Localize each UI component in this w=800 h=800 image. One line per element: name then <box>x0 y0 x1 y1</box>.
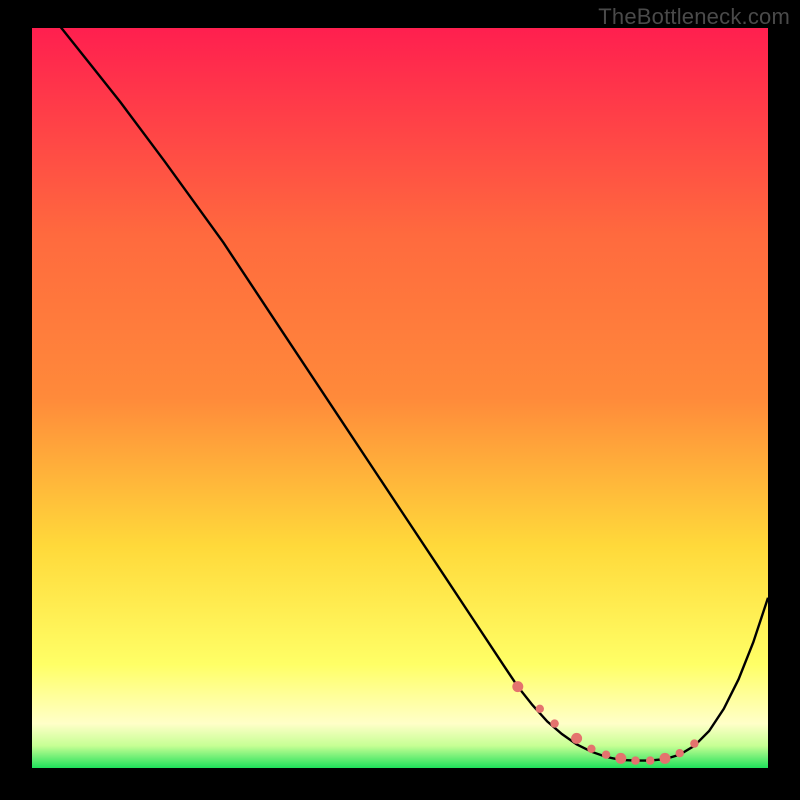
gradient-background <box>32 28 768 768</box>
marker-dot <box>571 733 582 744</box>
marker-dot <box>676 749 684 757</box>
chart-frame: TheBottleneck.com <box>0 0 800 800</box>
bottleneck-chart <box>32 28 768 768</box>
watermark-text: TheBottleneck.com <box>598 4 790 30</box>
marker-dot <box>631 756 639 764</box>
marker-dot <box>550 719 558 727</box>
plot-area <box>32 28 768 768</box>
marker-dot <box>615 753 626 764</box>
marker-dot <box>646 756 654 764</box>
marker-dot <box>602 751 610 759</box>
marker-dot <box>587 745 595 753</box>
marker-dot <box>536 705 544 713</box>
marker-dot <box>512 681 523 692</box>
marker-dot <box>660 753 671 764</box>
marker-dot <box>690 739 698 747</box>
